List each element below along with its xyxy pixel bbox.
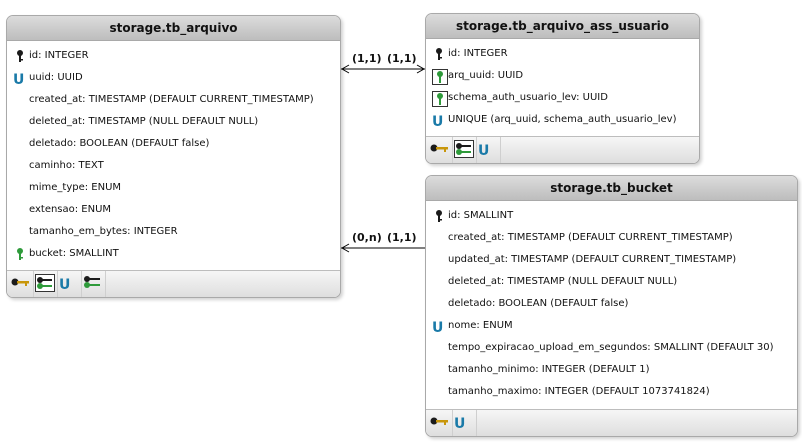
- cardinality-label: (1,1): [387, 231, 417, 244]
- cardinality-label: (1,1): [387, 52, 417, 65]
- relationship-lines: [340, 64, 426, 253]
- cardinality-label: (1,1): [352, 52, 382, 65]
- cardinality-label: (0,n): [352, 231, 382, 244]
